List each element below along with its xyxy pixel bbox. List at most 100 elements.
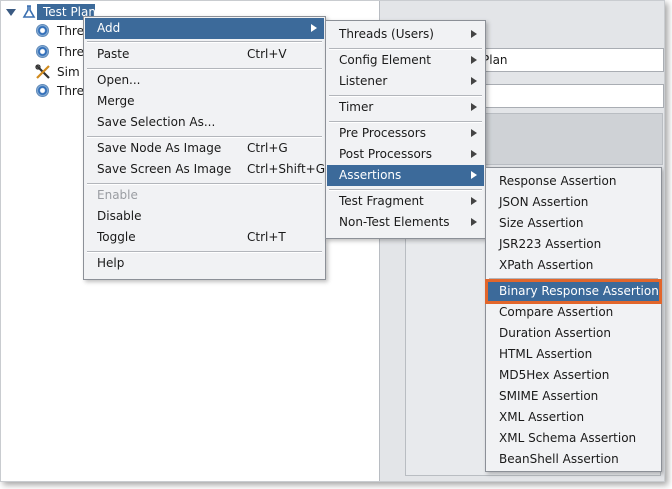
menu-item-open[interactable]: Open... — [85, 70, 324, 91]
menu-item-save-selection-as[interactable]: Save Selection As... — [85, 112, 324, 133]
menu-item-label: Toggle — [97, 230, 136, 244]
menu-item-timer[interactable]: Timer — [327, 97, 484, 118]
menu-item-xml-assertion[interactable]: XML Assertion — [487, 407, 660, 428]
menu-item-label: HTML Assertion — [499, 347, 593, 361]
flask-icon — [22, 5, 36, 18]
assertions-submenu: Response Assertion JSON Assertion Size A… — [485, 167, 662, 472]
menu-item-label: Size Assertion — [499, 216, 584, 230]
menu-item-toggle[interactable]: Toggle Ctrl+T — [85, 227, 324, 248]
menu-item-assertions[interactable]: Assertions — [327, 165, 484, 186]
gear-icon — [35, 44, 51, 60]
menu-item-label: Listener — [339, 74, 388, 88]
submenu-arrow-icon — [471, 77, 477, 85]
tree-node-label: Thre — [57, 45, 84, 59]
menu-item-help[interactable]: Help — [85, 253, 324, 274]
menu-item-size-assertion[interactable]: Size Assertion — [487, 213, 660, 234]
jmeter-window: Test Plan Thre Thre Sim Thre Plan Add Pa… — [0, 0, 665, 482]
menu-item-label: Binary Response Assertion — [499, 284, 659, 298]
menu-separator — [87, 41, 322, 43]
tools-icon — [35, 64, 50, 79]
menu-item-label: Save Node As Image — [97, 141, 222, 155]
menu-item-label: Threads (Users) — [339, 27, 434, 41]
comments-field[interactable] — [477, 84, 664, 108]
menu-item-label: Add — [97, 21, 121, 35]
tree-node-label: Thre — [57, 84, 84, 98]
menu-item-label: Paste — [97, 47, 130, 61]
menu-item-html-assertion[interactable]: HTML Assertion — [487, 344, 660, 365]
menu-item-label: Save Screen As Image — [97, 162, 232, 176]
menu-item-label: Non-Test Elements — [339, 215, 450, 229]
menu-item-shortcut: Ctrl+G — [247, 141, 288, 155]
menu-item-binary-response-assertion[interactable]: Binary Response Assertion — [485, 279, 662, 304]
menu-item-test-fragment[interactable]: Test Fragment — [327, 191, 484, 212]
menu-item-xpath-assertion[interactable]: XPath Assertion — [487, 255, 660, 276]
menu-item-label: Response Assertion — [499, 174, 617, 188]
menu-item-label: Merge — [97, 94, 135, 108]
menu-item-non-test-elements[interactable]: Non-Test Elements — [327, 212, 484, 233]
menu-item-md5hex-assertion[interactable]: MD5Hex Assertion — [487, 365, 660, 386]
menu-item-listener[interactable]: Listener — [327, 71, 484, 92]
gear-icon — [35, 23, 51, 39]
menu-item-beanshell-assertion[interactable]: BeanShell Assertion — [487, 449, 660, 470]
menu-item-label: Duration Assertion — [499, 326, 611, 340]
menu-item-smime-assertion[interactable]: SMIME Assertion — [487, 386, 660, 407]
menu-item-label: MD5Hex Assertion — [499, 368, 610, 382]
menu-item-merge[interactable]: Merge — [85, 91, 324, 112]
menu-separator — [489, 278, 658, 280]
menu-item-label: XPath Assertion — [499, 258, 594, 272]
submenu-arrow-icon — [471, 171, 477, 179]
name-field[interactable]: Plan — [477, 48, 664, 72]
menu-item-label: XML Schema Assertion — [499, 431, 637, 445]
menu-item-shortcut: Ctrl+V — [247, 47, 287, 61]
menu-item-duration-assertion[interactable]: Duration Assertion — [487, 323, 660, 344]
menu-item-jsr223-assertion[interactable]: JSR223 Assertion — [487, 234, 660, 255]
collapse-triangle-icon[interactable] — [6, 9, 16, 16]
submenu-arrow-icon — [471, 197, 477, 205]
tree-node-label: Sim — [57, 65, 80, 79]
menu-item-xml-schema-assertion[interactable]: XML Schema Assertion — [487, 428, 660, 449]
menu-item-label: XML Assertion — [499, 410, 585, 424]
submenu-arrow-icon — [471, 218, 477, 226]
menu-item-paste[interactable]: Paste Ctrl+V — [85, 44, 324, 65]
menu-item-label: Pre Processors — [339, 126, 426, 140]
menu-item-label: Enable — [97, 188, 138, 202]
menu-item-label: Post Processors — [339, 147, 432, 161]
tree-node-label: Thre — [57, 24, 84, 38]
menu-item-save-screen-as-image[interactable]: Save Screen As Image Ctrl+Shift+G — [85, 159, 326, 180]
menu-item-label: Compare Assertion — [499, 305, 614, 319]
menu-item-add[interactable]: Add — [85, 18, 324, 39]
context-menu: Add Paste Ctrl+V Open... Merge Save Sele… — [83, 16, 326, 280]
submenu-arrow-icon — [471, 129, 477, 137]
submenu-arrow-icon — [471, 56, 477, 64]
menu-item-pre-processors[interactable]: Pre Processors — [327, 123, 484, 144]
gear-icon — [35, 83, 51, 99]
submenu-arrow-icon — [471, 150, 477, 158]
menu-item-label: Test Fragment — [339, 194, 424, 208]
menu-item-save-node-as-image[interactable]: Save Node As Image Ctrl+G — [85, 138, 324, 159]
menu-item-threads-users[interactable]: Threads (Users) — [327, 24, 484, 45]
menu-item-disable[interactable]: Disable — [85, 206, 324, 227]
menu-item-response-assertion[interactable]: Response Assertion — [487, 171, 660, 192]
add-submenu: Threads (Users) Config Element Listener … — [325, 20, 486, 239]
menu-item-label: Help — [97, 256, 125, 270]
submenu-arrow-icon — [311, 24, 317, 32]
menu-item-config-element[interactable]: Config Element — [327, 50, 484, 71]
menu-item-label: Timer — [339, 100, 374, 114]
menu-item-label: Open... — [97, 73, 141, 87]
menu-item-label: Assertions — [339, 168, 402, 182]
menu-item-label: JSR223 Assertion — [499, 237, 602, 251]
menu-item-label: JSON Assertion — [499, 195, 589, 209]
menu-item-label: Save Selection As... — [97, 115, 216, 129]
menu-item-shortcut: Ctrl+Shift+G — [247, 162, 326, 176]
menu-item-label: BeanShell Assertion — [499, 452, 619, 466]
menu-item-post-processors[interactable]: Post Processors — [327, 144, 484, 165]
menu-item-enable[interactable]: Enable — [85, 185, 324, 206]
menu-item-json-assertion[interactable]: JSON Assertion — [487, 192, 660, 213]
menu-item-shortcut: Ctrl+T — [247, 230, 286, 244]
menu-item-compare-assertion[interactable]: Compare Assertion — [487, 302, 660, 323]
submenu-arrow-icon — [471, 103, 477, 111]
menu-item-label: SMIME Assertion — [499, 389, 599, 403]
menu-item-label: Disable — [97, 209, 142, 223]
menu-item-label: Config Element — [339, 53, 431, 67]
submenu-arrow-icon — [471, 30, 477, 38]
